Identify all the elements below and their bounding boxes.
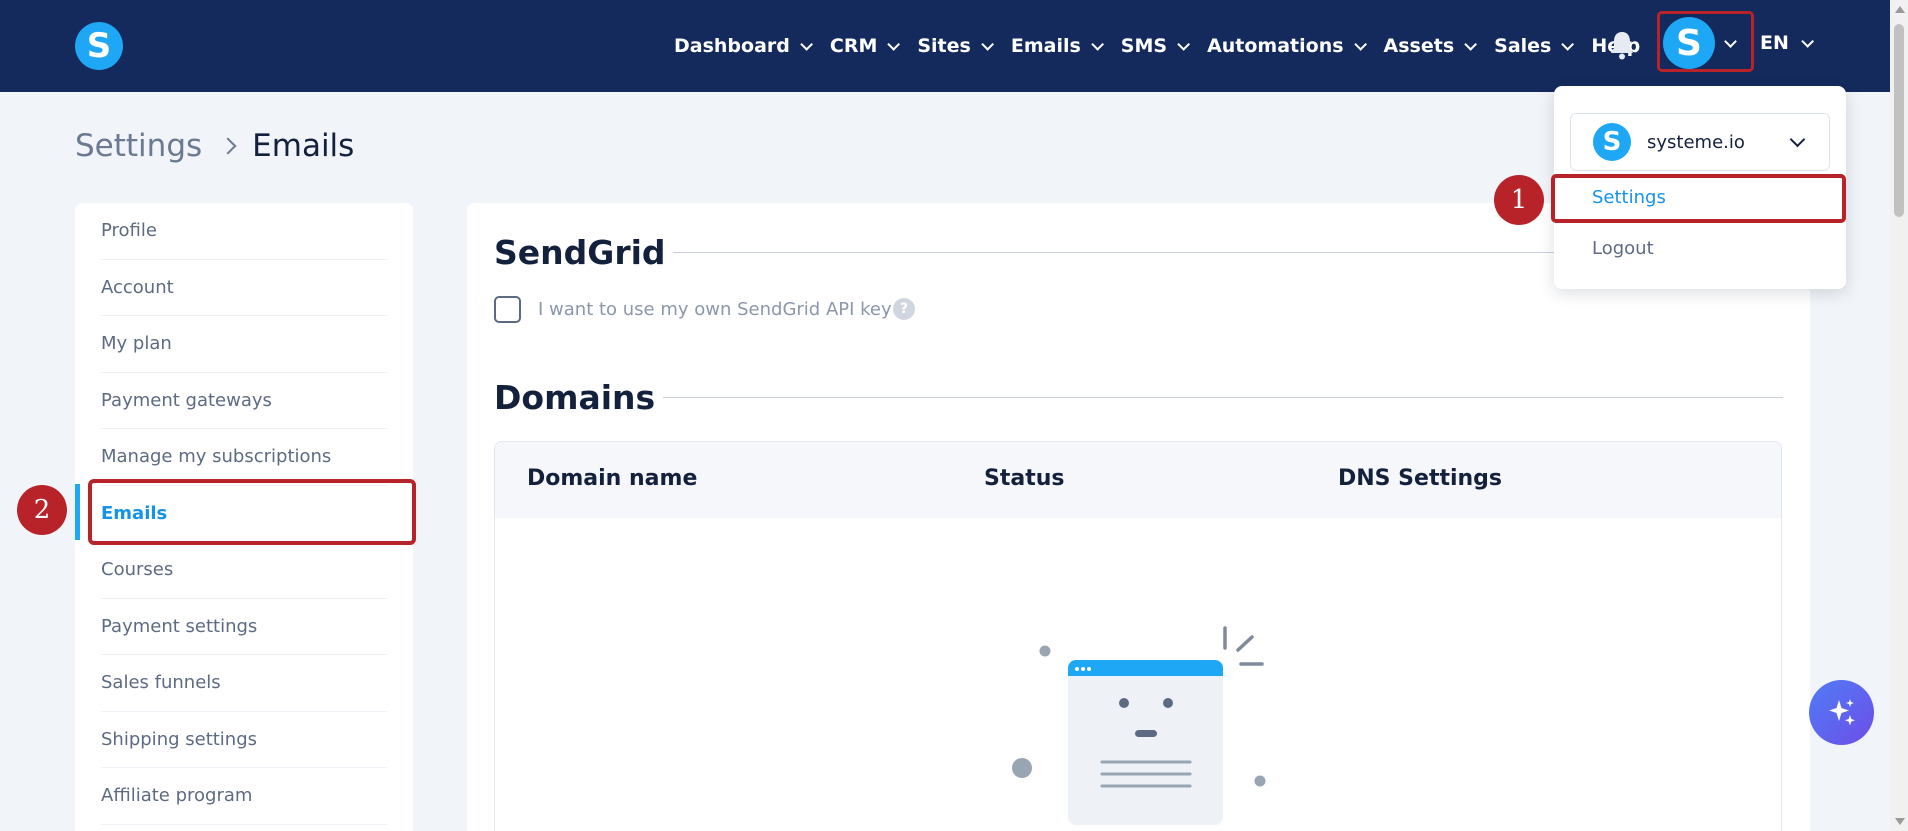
chevron-down-icon xyxy=(1801,34,1814,48)
sidebar-item-my-plan[interactable]: My plan xyxy=(101,316,387,373)
account-name: systeme.io xyxy=(1647,131,1745,153)
settings-highlight xyxy=(1551,174,1846,223)
sidebar-item-profile[interactable]: Profile xyxy=(101,203,387,260)
sidebar-item-affiliate-program[interactable]: Affiliate program xyxy=(101,768,387,825)
systeme-logo[interactable]: S xyxy=(75,22,123,70)
sidebar-item-account[interactable]: Account xyxy=(101,260,387,316)
chevron-down-icon xyxy=(800,37,813,51)
sidebar-item-sales-funnels[interactable]: Sales funnels xyxy=(101,655,387,712)
sidebar-item-shipping-settings[interactable]: Shipping settings xyxy=(101,712,387,768)
nav-dashboard[interactable]: Dashboard xyxy=(674,35,813,57)
top-navbar: S Dashboard CRM Sites Emails SMS Automat… xyxy=(0,0,1890,92)
breadcrumb: Settings Emails xyxy=(75,128,354,164)
sidebar-item-payment-gateways[interactable]: Payment gateways xyxy=(101,373,387,429)
scrollbar-thumb[interactable] xyxy=(1894,24,1904,217)
nav-sms[interactable]: SMS xyxy=(1120,35,1191,57)
sidebar-item-courses[interactable]: Courses xyxy=(101,542,387,599)
nav-label: Dashboard xyxy=(674,35,790,57)
language-selector[interactable]: EN xyxy=(1760,32,1814,54)
avatar[interactable]: S xyxy=(1663,17,1715,69)
column-status: Status xyxy=(984,466,1065,491)
table-header: Domain name Status DNS Settings xyxy=(495,442,1781,518)
chevron-down-icon xyxy=(1353,37,1367,51)
step-badge-2: 2 xyxy=(17,485,67,535)
account-switcher[interactable]: S systeme.io xyxy=(1570,113,1830,171)
nav-automations[interactable]: Automations xyxy=(1207,35,1367,57)
nav-label: Sales xyxy=(1494,35,1552,57)
sidebar-item-payment-settings[interactable]: Payment settings xyxy=(101,599,387,655)
sparkle-icon xyxy=(1828,698,1855,725)
page-title: Emails xyxy=(252,128,355,164)
nav-emails[interactable]: Emails xyxy=(1010,35,1104,57)
step-badge-1: 1 xyxy=(1494,175,1544,225)
chevron-down-icon xyxy=(981,37,994,51)
empty-state-illustration-icon xyxy=(1012,626,1266,825)
column-domain-name: Domain name xyxy=(527,466,698,491)
chevron-down-icon xyxy=(1091,37,1104,51)
emails-highlight xyxy=(88,479,416,545)
vertical-scrollbar[interactable] xyxy=(1890,0,1908,831)
nav-label: Assets xyxy=(1383,35,1455,57)
help-icon[interactable]: ? xyxy=(893,298,915,320)
nav-label: Emails xyxy=(1010,35,1081,57)
chevron-down-icon xyxy=(1789,131,1806,148)
chevron-down-icon xyxy=(887,37,901,51)
breadcrumb-settings[interactable]: Settings xyxy=(75,128,202,164)
nav-crm[interactable]: CRM xyxy=(829,35,901,57)
language-label: EN xyxy=(1760,32,1789,54)
sidebar-item-manage-subscriptions[interactable]: Manage my subscriptions xyxy=(101,429,387,486)
domains-title: Domains xyxy=(494,378,656,417)
menu-item-logout[interactable]: Logout xyxy=(1592,238,1654,259)
nav-assets[interactable]: Assets xyxy=(1383,35,1478,57)
nav-sites[interactable]: Sites xyxy=(917,35,994,57)
active-indicator xyxy=(75,484,80,540)
chevron-down-icon xyxy=(1177,37,1191,51)
chevron-down-icon xyxy=(1561,37,1575,51)
nav-label: Automations xyxy=(1207,35,1344,57)
account-logo: S xyxy=(1593,123,1631,161)
scroll-down-arrow-icon[interactable] xyxy=(1895,818,1905,825)
nav-label: Sites xyxy=(917,35,971,57)
nav-label: SMS xyxy=(1120,35,1168,57)
chevron-down-icon xyxy=(1464,37,1478,51)
sendgrid-api-key-checkbox[interactable] xyxy=(494,296,521,323)
bell-icon[interactable] xyxy=(1609,30,1635,60)
sendgrid-title: SendGrid xyxy=(494,233,666,272)
sendgrid-checkbox-label[interactable]: I want to use my own SendGrid API key xyxy=(538,299,892,320)
nav-sales[interactable]: Sales xyxy=(1494,35,1575,57)
section-divider xyxy=(663,397,1783,398)
chevron-right-icon xyxy=(219,137,237,155)
nav-label: CRM xyxy=(829,35,878,57)
scroll-up-arrow-icon[interactable] xyxy=(1895,6,1905,13)
main-nav: Dashboard CRM Sites Emails SMS Automatio… xyxy=(674,0,1661,92)
column-dns-settings: DNS Settings xyxy=(1338,466,1503,491)
ai-assistant-button[interactable] xyxy=(1809,680,1874,745)
